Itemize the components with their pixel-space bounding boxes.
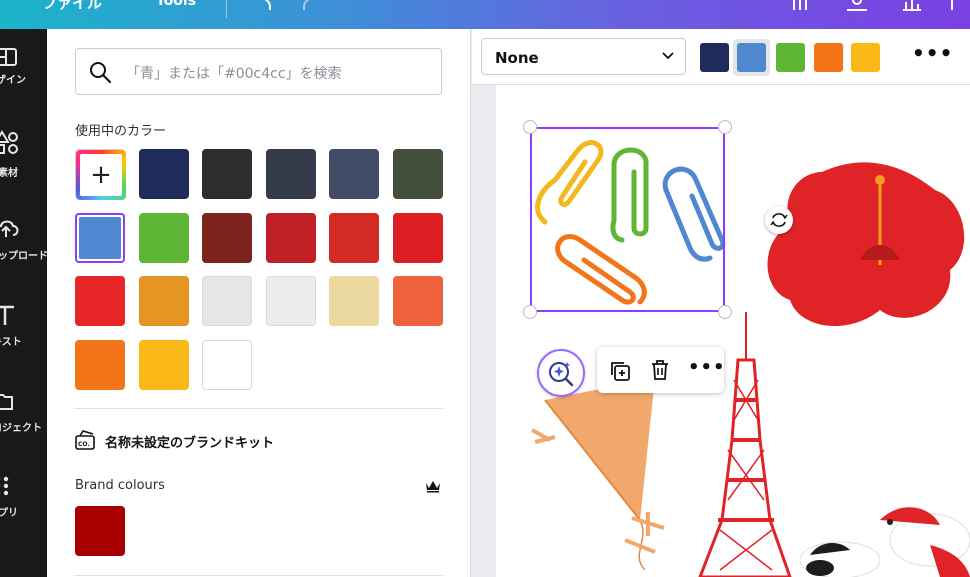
selection-frame[interactable]	[530, 127, 725, 312]
resize-handle[interactable]	[718, 305, 732, 319]
duplicate-icon[interactable]	[608, 359, 632, 383]
more-actions-icon[interactable]: •••	[688, 357, 726, 378]
magic-search-icon	[549, 362, 574, 387]
magic-edit-button[interactable]	[537, 349, 585, 397]
resize-handle[interactable]	[523, 305, 537, 319]
rotate-button[interactable]	[765, 206, 793, 234]
hibiscus-image[interactable]	[767, 162, 965, 327]
resize-handle[interactable]	[718, 120, 732, 134]
kite-image[interactable]	[531, 378, 665, 571]
koi-fish-image[interactable]	[799, 507, 970, 577]
canvas-artwork	[531, 140, 970, 577]
resize-handle[interactable]	[523, 120, 537, 134]
element-context-toolbar: •••	[597, 347, 726, 393]
rotate-icon	[770, 213, 788, 227]
trash-icon[interactable]	[648, 358, 672, 382]
